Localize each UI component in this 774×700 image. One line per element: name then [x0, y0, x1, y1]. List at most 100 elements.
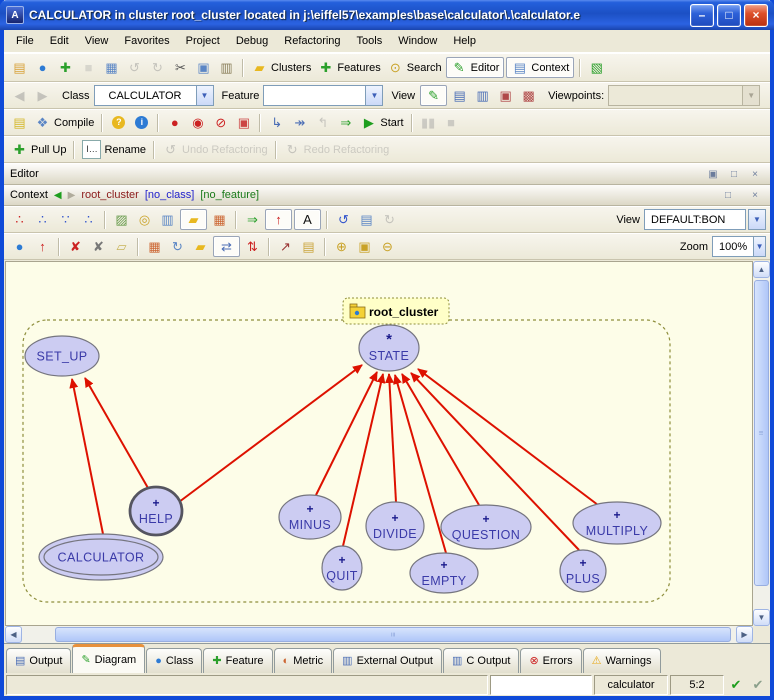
- new-window-button[interactable]: ▤: [9, 58, 30, 77]
- project-settings-button[interactable]: ▤: [9, 113, 30, 132]
- diagram-canvas[interactable]: root_cluster SET_UP *STATE +HELPCALCULATOR +…: [5, 261, 753, 626]
- start-button[interactable]: ▶Start: [358, 113, 405, 132]
- class-node-divide[interactable]: +DIVIDE: [366, 502, 424, 550]
- menu-help[interactable]: Help: [445, 32, 484, 50]
- vertical-layout-button[interactable]: ⇅: [242, 237, 263, 256]
- client-links-button[interactable]: ∴: [78, 210, 99, 229]
- flat-view-button[interactable]: ▤: [449, 86, 470, 105]
- inheritance-links-button[interactable]: ∵: [55, 210, 76, 229]
- class-node-minus[interactable]: +MINUS: [279, 495, 341, 539]
- clusters-button[interactable]: ▰Clusters: [249, 58, 313, 77]
- new-class-button[interactable]: ●: [9, 237, 30, 256]
- close-pane-icon[interactable]: ×: [746, 166, 764, 182]
- cluster-view-toggle[interactable]: ▰: [180, 209, 207, 230]
- layout-settings-button[interactable]: ▤: [298, 237, 319, 256]
- context-back-icon[interactable]: ◀: [54, 190, 62, 201]
- diagram-view-arrow-icon[interactable]: ▼: [749, 210, 765, 229]
- tab-metric[interactable]: ◐Metric: [274, 648, 333, 673]
- supplier-arrow-toggle[interactable]: ↑: [265, 209, 292, 230]
- class-node-calculator[interactable]: CALCULATOR: [39, 534, 163, 580]
- legend-button[interactable]: ▦: [209, 210, 230, 229]
- copy-button[interactable]: ▣: [193, 58, 214, 77]
- class-combo[interactable]: CALCULATOR ▼: [94, 85, 214, 106]
- features-button[interactable]: ✚Features: [315, 58, 382, 77]
- tab-warnings[interactable]: ⚠Warnings: [583, 648, 661, 673]
- scroll-left-icon[interactable]: ◀: [5, 626, 22, 643]
- editor-view-button[interactable]: ✎: [420, 85, 447, 106]
- menu-refactoring[interactable]: Refactoring: [276, 32, 348, 50]
- diagram-undo-button[interactable]: ↺: [333, 210, 354, 229]
- colors-button[interactable]: ▦: [144, 237, 165, 256]
- diagram-view-combo[interactable]: DEFAULT:BON: [644, 209, 746, 230]
- breakpoints-window-button[interactable]: ▣: [233, 113, 254, 132]
- uml-view-button[interactable]: ▥: [157, 210, 178, 229]
- feature-combo-arrow[interactable]: ▼: [365, 86, 382, 105]
- maximize-button[interactable]: □: [717, 4, 741, 27]
- class-node-state[interactable]: *STATE: [359, 325, 419, 371]
- save-all-button[interactable]: ▦: [101, 58, 122, 77]
- undock-icon[interactable]: ▣: [704, 166, 722, 182]
- remove-breakpoints-button[interactable]: ⊘: [210, 113, 231, 132]
- diagram-view-combo-button[interactable]: ▼: [748, 209, 766, 230]
- rotate-button[interactable]: ↻: [167, 237, 188, 256]
- delete-button[interactable]: ✘: [65, 237, 86, 256]
- horizontal-scroll-thumb[interactable]: ≡: [55, 627, 731, 642]
- profile-link-button[interactable]: ▧: [586, 58, 607, 77]
- feature-combo[interactable]: ▼: [263, 85, 383, 106]
- horizontal-scrollbar[interactable]: ◀ ≡ ▶: [5, 626, 753, 643]
- fit-horizontal-toggle[interactable]: ⇄: [213, 236, 240, 257]
- maximize-pane-icon[interactable]: □: [725, 166, 743, 182]
- diagram-history-button[interactable]: ▤: [356, 210, 377, 229]
- menu-view[interactable]: View: [77, 32, 117, 50]
- vertical-scroll-thumb[interactable]: ≡: [754, 280, 769, 586]
- rename-button[interactable]: I…Rename: [80, 139, 148, 160]
- force-layout-button[interactable]: ⇒: [242, 210, 263, 229]
- tab-external-output[interactable]: ▥External Output: [333, 648, 442, 673]
- zoom-out-button[interactable]: ⊖: [377, 237, 398, 256]
- class-node-multiply[interactable]: +MULTIPLY: [573, 502, 661, 544]
- tab-output[interactable]: ▤Output: [6, 648, 71, 673]
- export-web-button[interactable]: ◎: [134, 210, 155, 229]
- paste-button[interactable]: ▥: [216, 58, 237, 77]
- erase-button[interactable]: ▱: [111, 237, 132, 256]
- menu-edit[interactable]: Edit: [42, 32, 77, 50]
- tab-errors[interactable]: ⊗Errors: [520, 648, 581, 673]
- editor-toggle[interactable]: ✎Editor: [446, 57, 505, 78]
- close-button[interactable]: ×: [744, 4, 768, 27]
- pull-up-button[interactable]: ✚Pull Up: [9, 140, 68, 159]
- export-png-button[interactable]: ▨: [111, 210, 132, 229]
- menu-project[interactable]: Project: [178, 32, 228, 50]
- class-node-plus[interactable]: +PLUS: [560, 550, 606, 592]
- context-toggle[interactable]: ▤Context: [506, 57, 574, 78]
- menu-debug[interactable]: Debug: [228, 32, 276, 50]
- tab-diagram[interactable]: ✎Diagram: [72, 644, 145, 673]
- menu-file[interactable]: File: [8, 32, 42, 50]
- context-cluster[interactable]: root_cluster: [81, 189, 138, 201]
- class-node-help[interactable]: +HELP: [130, 487, 182, 535]
- zoom-combo-arrow[interactable]: ▼: [753, 237, 765, 256]
- maximize-context-icon[interactable]: □: [719, 187, 737, 203]
- disable-breakpoints-button[interactable]: ◉: [187, 113, 208, 132]
- bon-diagram[interactable]: root_cluster SET_UP *STATE +HELPCALCULATOR +…: [6, 262, 750, 626]
- labels-toggle[interactable]: A: [294, 209, 321, 230]
- class-node-empty[interactable]: +EMPTY: [410, 553, 478, 593]
- cluster-label[interactable]: root_cluster: [343, 298, 449, 324]
- step-into-button[interactable]: ↳: [266, 113, 287, 132]
- class-combo-arrow[interactable]: ▼: [196, 86, 213, 105]
- step-over-button[interactable]: ↠: [289, 113, 310, 132]
- minimize-button[interactable]: –: [690, 4, 714, 27]
- remove-anchor-button[interactable]: ✘: [88, 237, 109, 256]
- link-tool-button[interactable]: ↗: [275, 237, 296, 256]
- menu-window[interactable]: Window: [390, 32, 445, 50]
- zoom-in-button[interactable]: ⊕: [331, 237, 352, 256]
- titlebar[interactable]: A CALCULATOR in cluster root_cluster loc…: [0, 0, 774, 30]
- tab-feature[interactable]: ✚Feature: [203, 648, 272, 673]
- class-node-question[interactable]: +QUESTION: [441, 505, 531, 549]
- scroll-down-icon[interactable]: ▼: [753, 609, 770, 626]
- zoom-combo[interactable]: 100% ▼: [712, 236, 766, 257]
- class-node-set_up[interactable]: SET_UP: [25, 336, 99, 376]
- interface-view-button[interactable]: ▩: [518, 86, 539, 105]
- help-question-button[interactable]: ?: [108, 113, 129, 132]
- compile-button[interactable]: ❖Compile: [32, 113, 96, 132]
- zoom-fit-button[interactable]: ▣: [354, 237, 375, 256]
